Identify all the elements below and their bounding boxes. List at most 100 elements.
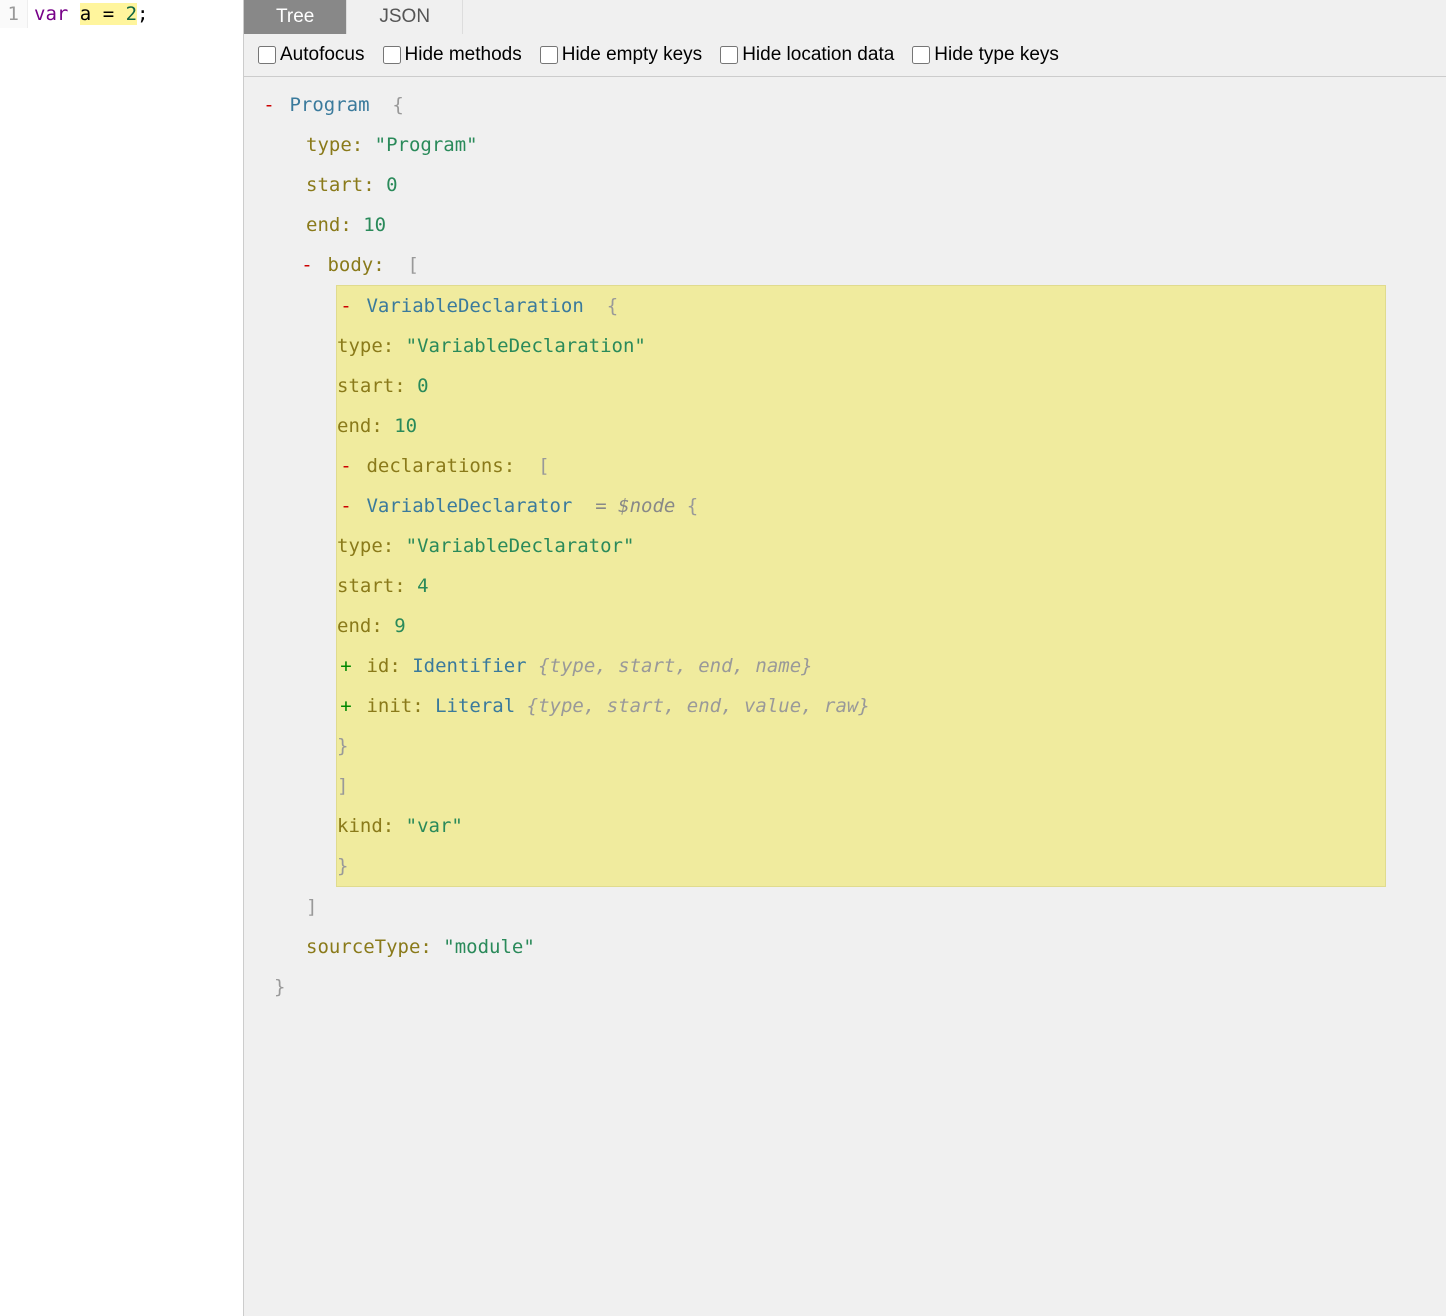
prop-start[interactable]: start: 0 (244, 165, 1446, 205)
brace-close: } (274, 976, 285, 998)
tree-node-vardeclarator[interactable]: - VariableDeclarator = $node { (337, 486, 1385, 526)
prop-init[interactable]: + init: Literal {type, start, end, value… (337, 686, 1385, 726)
line-number: 1 (0, 0, 28, 28)
bracket-open: [ (538, 455, 549, 477)
prop-key: id: (366, 655, 400, 677)
prop-body[interactable]: - body: [ (244, 245, 1446, 285)
tree-node-program[interactable]: - Program { (244, 85, 1446, 125)
prop-key: body: (327, 254, 384, 276)
option-hide-location[interactable]: Hide location data (720, 44, 894, 66)
brace-close: } (337, 726, 1385, 766)
option-label: Hide methods (405, 44, 522, 66)
bracket-close: ] (337, 766, 1385, 806)
prop-end[interactable]: end: 10 (337, 406, 1385, 446)
bracket-open: [ (408, 254, 419, 276)
bracket-close: ] (244, 887, 1446, 927)
option-label: Autofocus (280, 44, 365, 66)
editor-line[interactable]: 1 var a = 2; (0, 0, 243, 28)
highlighted-node: - VariableDeclaration { type: "VariableD… (336, 285, 1386, 887)
prop-value: 9 (394, 615, 405, 637)
prop-type[interactable]: type: "Program" (244, 125, 1446, 165)
option-label: Hide type keys (934, 44, 1059, 66)
option-label: Hide empty keys (562, 44, 702, 66)
checkbox-hide-type[interactable] (912, 46, 930, 64)
option-label: Hide location data (742, 44, 894, 66)
node-name: VariableDeclarator (366, 495, 572, 517)
prop-value: "module" (443, 936, 535, 958)
token-space (68, 3, 79, 25)
brace-close: } (244, 967, 1446, 1007)
options-bar: Autofocus Hide methods Hide empty keys H… (244, 34, 1446, 77)
brace-open: { (687, 495, 698, 517)
toggle-icon[interactable]: - (337, 486, 355, 526)
tree-node-vardecl[interactable]: - VariableDeclaration { (337, 286, 1385, 326)
checkbox-autofocus[interactable] (258, 46, 276, 64)
node-name: Program (289, 94, 369, 116)
prop-key: type: (337, 535, 394, 557)
prop-key: start: (306, 174, 375, 196)
prop-id[interactable]: + id: Identifier {type, start, end, name… (337, 646, 1385, 686)
prop-key: end: (337, 415, 383, 437)
prop-key: init: (366, 695, 423, 717)
ast-tree: - Program { type: "Program" start: 0 end… (244, 77, 1446, 1037)
prop-value: "var" (406, 815, 463, 837)
prop-key: type: (306, 134, 363, 156)
bracket-close: ] (337, 775, 348, 797)
toggle-icon[interactable]: - (337, 286, 355, 326)
prop-key: kind: (337, 815, 394, 837)
prop-kind[interactable]: kind: "var" (337, 806, 1385, 846)
node-name: VariableDeclaration (366, 295, 583, 317)
prop-key: end: (306, 214, 352, 236)
node-hint: {type, start, end, value, raw} (527, 695, 870, 717)
prop-start[interactable]: start: 0 (337, 366, 1385, 406)
brace-close: } (337, 735, 348, 757)
prop-key: end: (337, 615, 383, 637)
node-name: Literal (435, 695, 515, 717)
toggle-icon[interactable]: + (337, 686, 355, 726)
prop-key: start: (337, 575, 406, 597)
option-hide-methods[interactable]: Hide methods (383, 44, 522, 66)
prop-key: sourceType: (306, 936, 432, 958)
code-editor-pane: 1 var a = 2; (0, 0, 244, 1316)
token-variable: a (80, 3, 91, 25)
toggle-icon[interactable]: - (260, 85, 278, 125)
output-pane: Tree JSON Autofocus Hide methods Hide em… (244, 0, 1446, 1316)
prop-value: 10 (394, 415, 417, 437)
prop-key: type: (337, 335, 394, 357)
checkbox-hide-empty[interactable] (540, 46, 558, 64)
toggle-icon[interactable]: - (337, 446, 355, 486)
tab-json[interactable]: JSON (347, 0, 463, 34)
prop-sourcetype[interactable]: sourceType: "module" (244, 927, 1446, 967)
checkbox-hide-methods[interactable] (383, 46, 401, 64)
prop-start[interactable]: start: 4 (337, 566, 1385, 606)
tab-tree[interactable]: Tree (244, 0, 347, 34)
prop-value: 0 (417, 375, 428, 397)
token-keyword: var (34, 3, 68, 25)
prop-value: 0 (386, 174, 397, 196)
prop-type[interactable]: type: "VariableDeclaration" (337, 326, 1385, 366)
brace-close: } (337, 855, 348, 877)
prop-value: "Program" (375, 134, 478, 156)
token-semicolon: ; (137, 3, 148, 25)
tab-bar: Tree JSON (244, 0, 1446, 34)
option-hide-type[interactable]: Hide type keys (912, 44, 1059, 66)
option-autofocus[interactable]: Autofocus (258, 44, 365, 66)
prop-value: 10 (363, 214, 386, 236)
prop-key: declarations: (366, 455, 515, 477)
prop-value: "VariableDeclaration" (406, 335, 646, 357)
checkbox-hide-location[interactable] (720, 46, 738, 64)
prop-declarations[interactable]: - declarations: [ (337, 446, 1385, 486)
toggle-icon[interactable]: + (337, 646, 355, 686)
prop-type[interactable]: type: "VariableDeclarator" (337, 526, 1385, 566)
brace-open: { (392, 94, 403, 116)
code-content[interactable]: var a = 2; (28, 0, 149, 28)
prop-end[interactable]: end: 10 (244, 205, 1446, 245)
token-space (114, 3, 125, 25)
token-number: 2 (126, 3, 137, 25)
prop-value: 4 (417, 575, 428, 597)
prop-end[interactable]: end: 9 (337, 606, 1385, 646)
token-space (91, 3, 102, 25)
option-hide-empty[interactable]: Hide empty keys (540, 44, 702, 66)
brace-open: { (607, 295, 618, 317)
toggle-icon[interactable]: - (298, 245, 316, 285)
